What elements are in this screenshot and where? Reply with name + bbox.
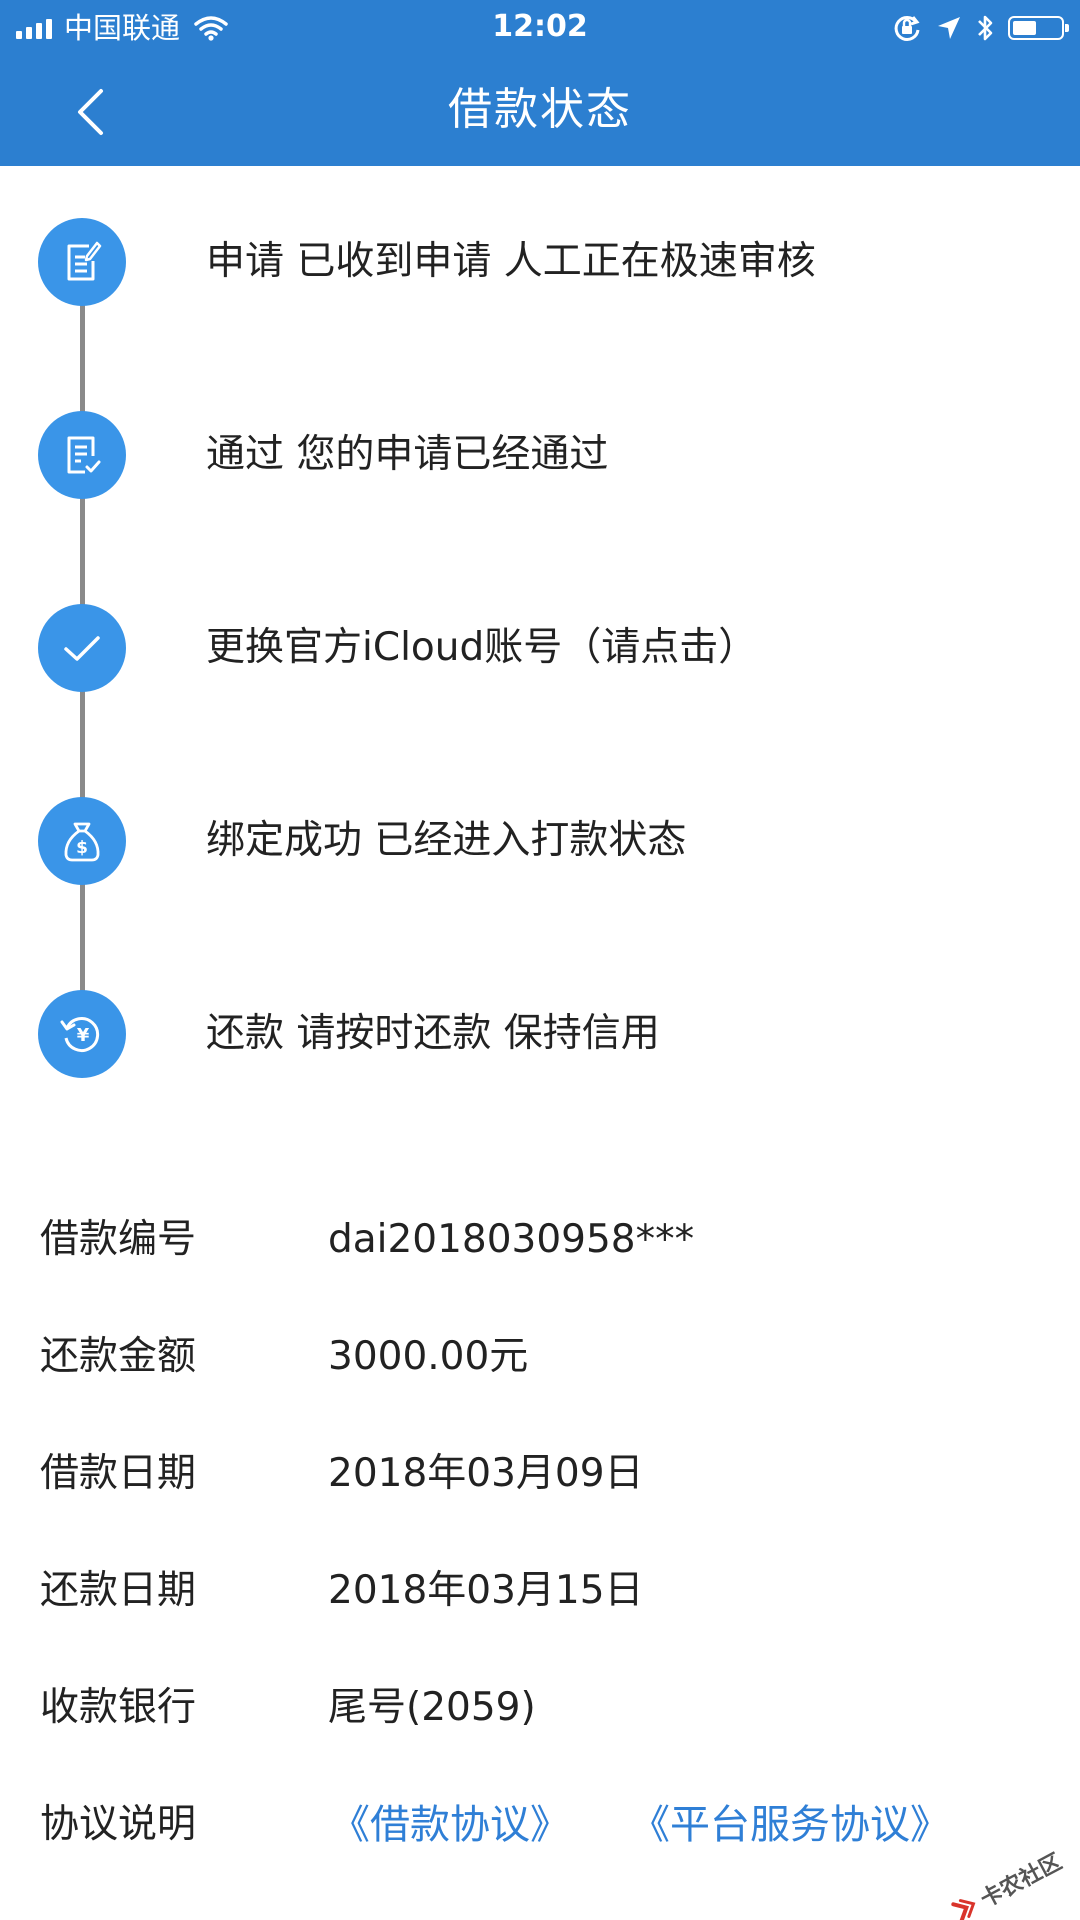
step-text: 绑定成功 已经进入打款状态 <box>206 818 687 863</box>
step-bound: $ 绑定成功 已经进入打款状态 <box>0 791 1080 891</box>
detail-row-agreement: 协议说明 《借款协议》 《平台服务协议》 <box>0 1795 1080 1855</box>
yen-refresh-icon: ¥ <box>38 990 126 1078</box>
detail-label: 还款金额 <box>40 1334 197 1379</box>
checkmark-icon <box>38 604 126 692</box>
detail-label: 借款编号 <box>40 1217 197 1262</box>
step-change-icloud[interactable]: 更换官方iCloud账号（请点击） <box>0 598 1080 698</box>
step-text: 通过 您的申请已经通过 <box>206 432 609 477</box>
detail-row-loan-no: 借款编号 dai2018030958*** <box>0 1210 1080 1270</box>
header: 中国联通 12:02 借款状态 <box>0 0 1080 166</box>
detail-value: 3000.00元 <box>328 1334 529 1379</box>
document-check-icon <box>38 411 126 499</box>
detail-label: 还款日期 <box>40 1568 197 1613</box>
step-apply: 申请 已收到申请 人工正在极速审核 <box>0 212 1080 312</box>
detail-row-repay-amount: 还款金额 3000.00元 <box>0 1327 1080 1387</box>
detail-label: 借款日期 <box>40 1451 197 1496</box>
money-bag-icon: $ <box>38 797 126 885</box>
platform-service-agreement-link[interactable]: 《平台服务协议》 <box>630 1795 950 1855</box>
nav-bar: 借款状态 <box>0 56 1080 166</box>
status-bar-right <box>892 10 1069 46</box>
status-bar: 中国联通 12:02 <box>0 0 1080 56</box>
edit-document-icon <box>38 218 126 306</box>
detail-value: 2018年03月15日 <box>328 1568 644 1613</box>
step-text: 还款 请按时还款 保持信用 <box>206 1011 660 1056</box>
detail-row-repay-date: 还款日期 2018年03月15日 <box>0 1561 1080 1621</box>
detail-label: 收款银行 <box>40 1685 197 1730</box>
orientation-lock-icon <box>894 15 920 41</box>
step-approved: 通过 您的申请已经通过 <box>0 405 1080 505</box>
detail-label: 协议说明 <box>40 1802 197 1847</box>
detail-value: 2018年03月09日 <box>328 1451 644 1496</box>
bluetooth-icon <box>978 15 993 41</box>
detail-value: 尾号(2059) <box>328 1685 536 1730</box>
loan-agreement-link[interactable]: 《借款协议》 <box>330 1795 570 1855</box>
detail-value: dai2018030958*** <box>328 1217 695 1262</box>
loan-status-screen: 中国联通 12:02 借款状态 申请 已收到申请 人工正在极速审核 通过 您的申… <box>0 0 1080 1920</box>
battery-icon <box>1008 16 1069 40</box>
step-text[interactable]: 更换官方iCloud账号（请点击） <box>206 622 757 674</box>
detail-row-loan-date: 借款日期 2018年03月09日 <box>0 1444 1080 1504</box>
svg-text:$: $ <box>76 838 88 858</box>
page-title: 借款状态 <box>448 84 632 135</box>
location-arrow-icon <box>938 17 960 39</box>
detail-row-bank: 收款银行 尾号(2059) <box>0 1678 1080 1738</box>
step-text: 申请 已收到申请 人工正在极速审核 <box>206 239 816 284</box>
step-repay: ¥ 还款 请按时还款 保持信用 <box>0 984 1080 1084</box>
status-timeline: 申请 已收到申请 人工正在极速审核 通过 您的申请已经通过 更换官方iCloud… <box>0 166 1080 1096</box>
watermark: 卡农社区 <box>947 1844 1066 1920</box>
svg-text:¥: ¥ <box>77 1025 90 1046</box>
